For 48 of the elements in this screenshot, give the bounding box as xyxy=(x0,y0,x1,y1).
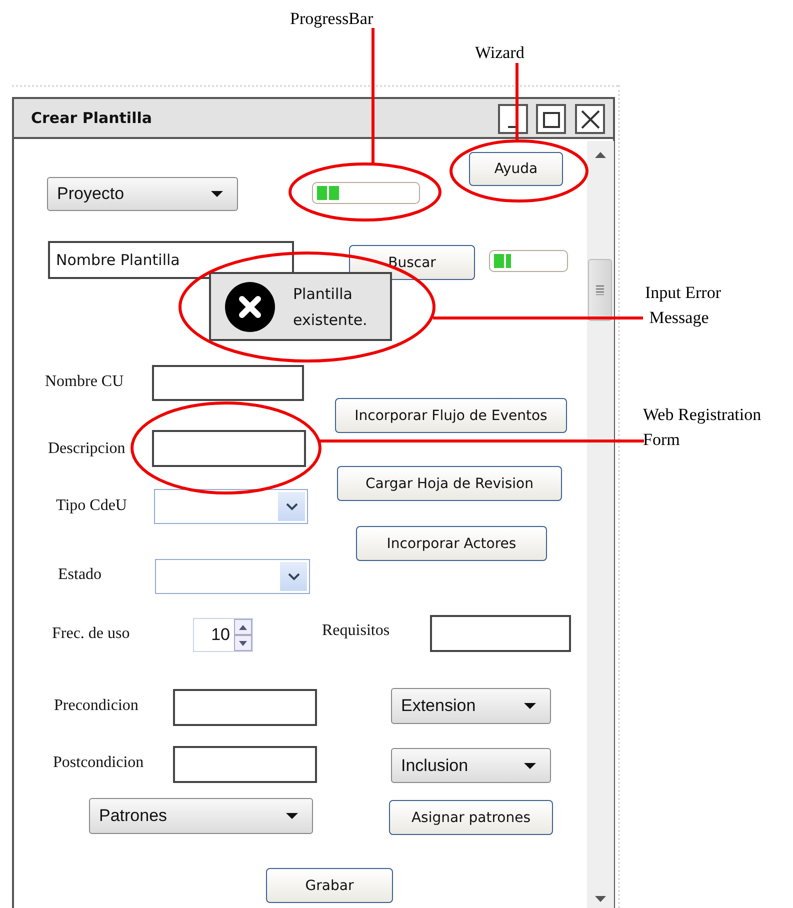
window-title: Crear Plantilla xyxy=(31,109,152,127)
annotation-label: ProgressBar xyxy=(290,8,374,30)
button[interactable]: Grabar xyxy=(266,868,393,903)
field-label: Precondicion xyxy=(54,697,140,716)
annotation-label: Input Error Message xyxy=(645,282,722,329)
dropdown-button[interactable]: Inclusion xyxy=(391,748,551,783)
caret-icon xyxy=(211,191,223,197)
down-arrow-icon[interactable] xyxy=(239,640,247,646)
annotation-label: Wizard xyxy=(475,42,524,64)
caret-icon xyxy=(524,762,536,768)
text-field[interactable] xyxy=(173,746,317,783)
error-message: Plantilla existente. xyxy=(293,284,368,330)
dropdown-button[interactable]: Patrones xyxy=(89,798,313,834)
caret-icon xyxy=(524,703,536,709)
scrollbar[interactable] xyxy=(587,141,614,908)
field-label: Estado xyxy=(58,566,103,585)
dropdown-button[interactable]: Extension xyxy=(391,688,551,724)
field-label: Descripcion xyxy=(48,440,126,459)
field-label: Postcondicion xyxy=(53,754,145,773)
dropdown-button[interactable]: Proyecto xyxy=(47,177,238,211)
text-field[interactable] xyxy=(173,689,317,726)
field-label: Frec. de uso xyxy=(52,625,131,644)
scrollbar-thumb[interactable] xyxy=(588,259,612,321)
button[interactable]: Asignar patrones xyxy=(389,800,553,835)
chevron-down-icon[interactable] xyxy=(286,502,298,510)
error-icon xyxy=(225,282,275,332)
field-label: Nombre CU xyxy=(45,373,125,392)
text-field[interactable] xyxy=(152,430,306,467)
text-field[interactable] xyxy=(152,365,304,401)
field-label: Requisitos xyxy=(322,622,391,641)
spin-down-button[interactable] xyxy=(234,635,252,651)
field-label: Tipo CdeU xyxy=(56,497,128,516)
text-field[interactable] xyxy=(430,615,571,652)
button[interactable]: Incorporar Flujo de Eventos xyxy=(335,398,567,433)
chevron-down-icon[interactable] xyxy=(288,572,300,580)
scroll-down-icon[interactable] xyxy=(595,896,606,903)
combo-box[interactable] xyxy=(154,489,308,524)
button[interactable]: Incorporar Actores xyxy=(356,526,547,561)
text-field[interactable]: Nombre Plantilla xyxy=(48,241,294,279)
annotation-label: Web Registration Form xyxy=(643,404,762,451)
grip-icon xyxy=(595,285,605,295)
button[interactable]: Ayuda xyxy=(469,152,563,186)
up-arrow-icon[interactable] xyxy=(239,624,247,630)
scroll-up-icon[interactable] xyxy=(595,151,606,158)
number-spinner[interactable]: 10 xyxy=(193,618,253,652)
button[interactable]: Cargar Hoja de Revision xyxy=(337,466,562,501)
spin-up-button[interactable] xyxy=(234,619,252,635)
caret-icon xyxy=(286,813,298,819)
